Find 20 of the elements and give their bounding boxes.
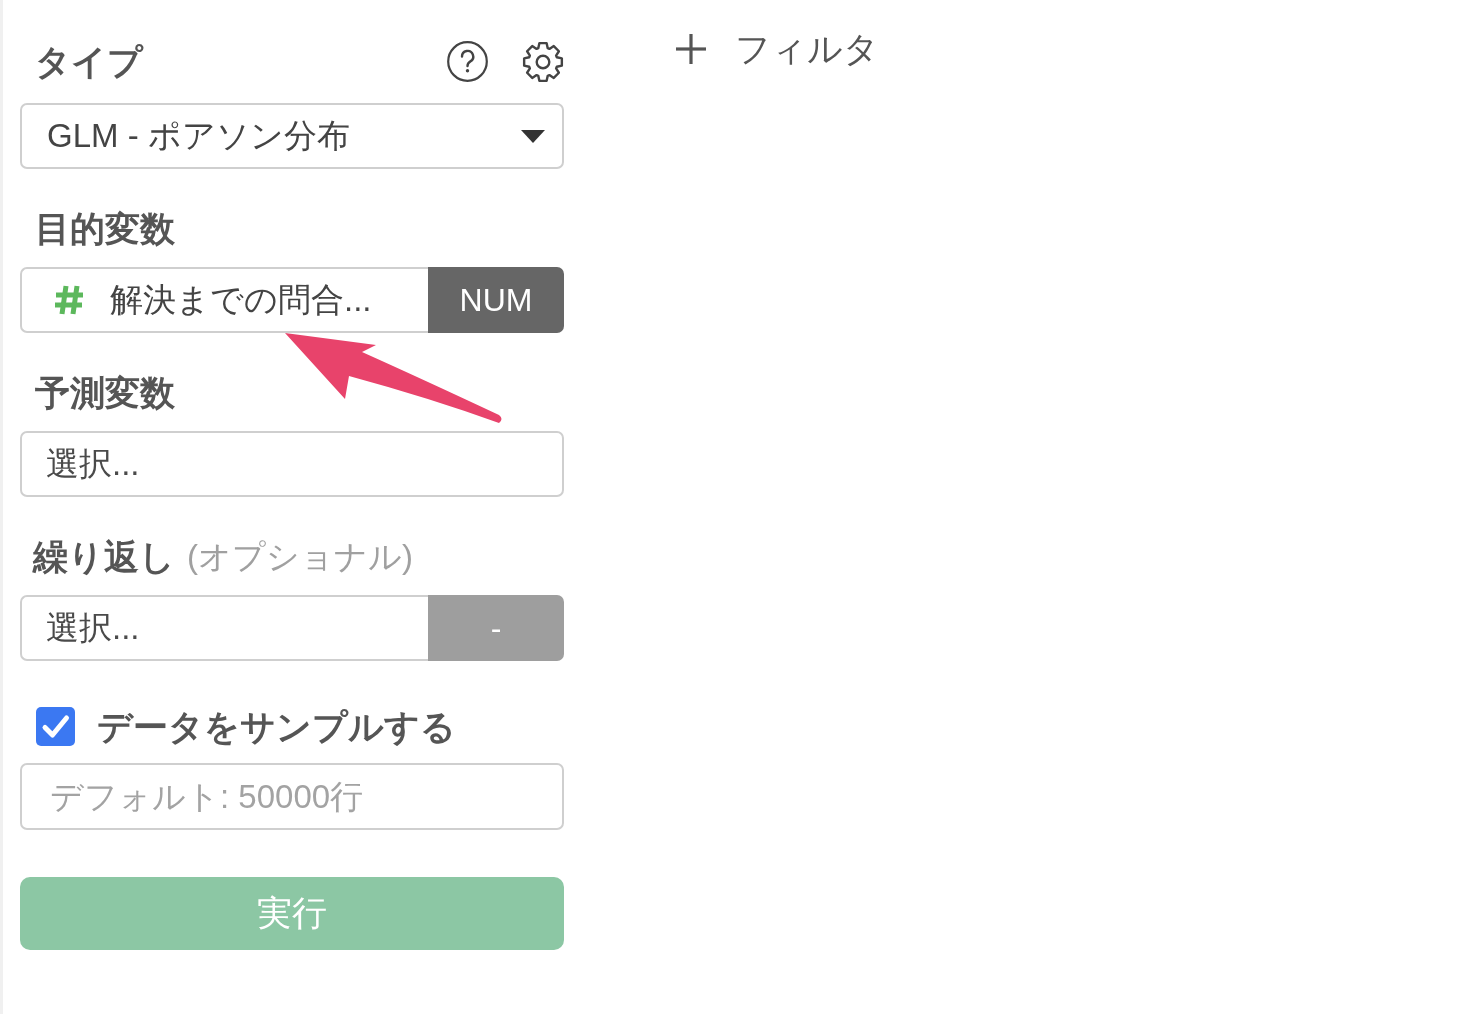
checkbox[interactable] bbox=[36, 707, 75, 746]
plus-icon[interactable] bbox=[676, 33, 706, 64]
type-select[interactable]: GLM - ポアソン分布 bbox=[20, 103, 564, 169]
caret-icon[interactable] bbox=[521, 129, 545, 143]
field-label: タイプ bbox=[34, 41, 143, 83]
type-badge: NUM bbox=[428, 267, 564, 333]
repeat-select[interactable]: 選択... bbox=[20, 595, 428, 661]
checkbox-label: データをサンプルする bbox=[97, 706, 456, 748]
target-select[interactable]: 解決までの問合... bbox=[20, 267, 428, 333]
optional-note: (オプショナル) bbox=[186, 537, 413, 577]
sample-size-input[interactable]: デフォルト: 50000行 bbox=[20, 763, 564, 830]
field-label: 繰り返し bbox=[31, 536, 175, 578]
hash-icon bbox=[54, 285, 84, 315]
help-icon[interactable] bbox=[447, 41, 488, 82]
field-label: 目的変数 bbox=[34, 208, 175, 250]
type-badge: - bbox=[428, 595, 564, 661]
field-label: 予測変数 bbox=[34, 372, 175, 414]
predictor-select[interactable]: 選択... bbox=[20, 431, 564, 497]
settings-icon[interactable] bbox=[522, 40, 564, 83]
add-filter-button[interactable]: フィルタ bbox=[676, 26, 879, 71]
